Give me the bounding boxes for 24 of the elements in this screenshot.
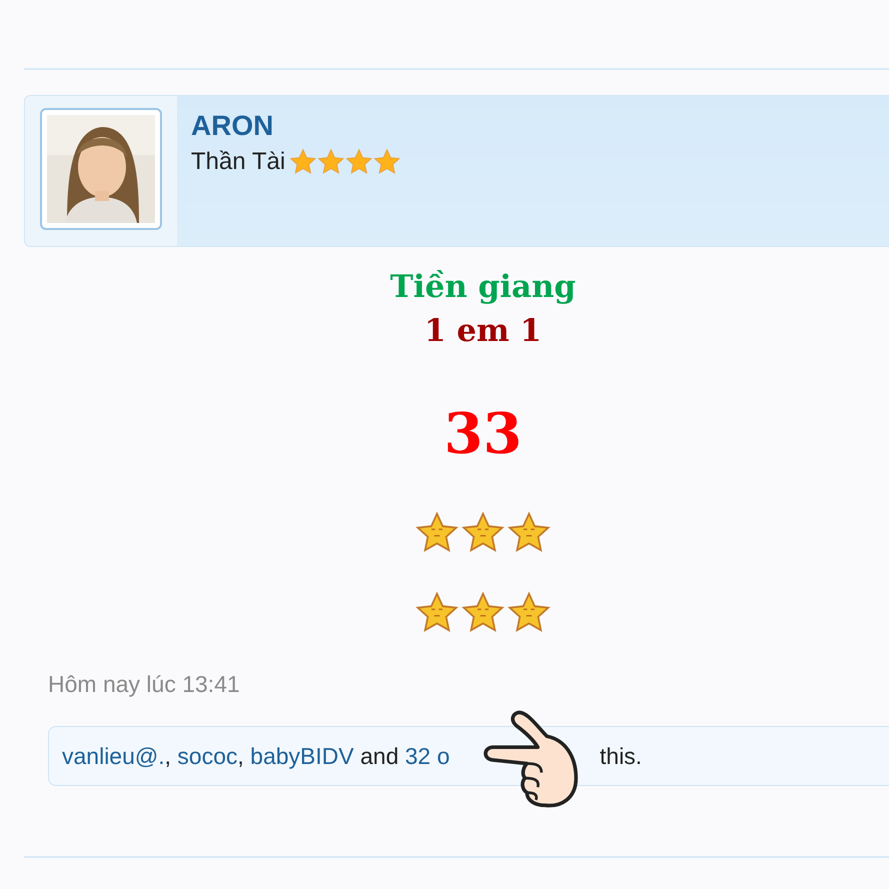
- message-text: 33: [444, 401, 522, 467]
- star-icon: [317, 148, 346, 176]
- comma-text: ,: [238, 742, 245, 770]
- post-time: Hôm nay lúc 13:41: [48, 671, 241, 698]
- user-link[interactable]: sococ: [177, 742, 238, 770]
- star-smiley-icon: [460, 591, 506, 635]
- star-icon: [289, 148, 318, 176]
- likes-text: this.: [600, 742, 642, 770]
- others-link[interactable]: 32 o: [405, 742, 450, 770]
- message-text: Tiền giang: [390, 269, 576, 305]
- star-icon: [373, 148, 402, 176]
- message-text: 1 em 1: [424, 313, 542, 349]
- user-link[interactable]: vanlieu@.: [62, 742, 165, 770]
- star-smiley-icon: [506, 591, 552, 635]
- user-link[interactable]: babyBIDV: [250, 742, 354, 770]
- user-rank: Thần Tài: [191, 148, 286, 176]
- star-smiley-icon: [460, 511, 506, 555]
- star-smiley-icon: [506, 511, 552, 555]
- likes-text: and: [359, 742, 400, 770]
- author-name[interactable]: ARON: [191, 110, 402, 142]
- star-smiley-icon: [414, 511, 460, 555]
- comma-text: ,: [164, 742, 172, 770]
- star-icon: [345, 148, 374, 176]
- star-smiley-icon: [414, 591, 460, 635]
